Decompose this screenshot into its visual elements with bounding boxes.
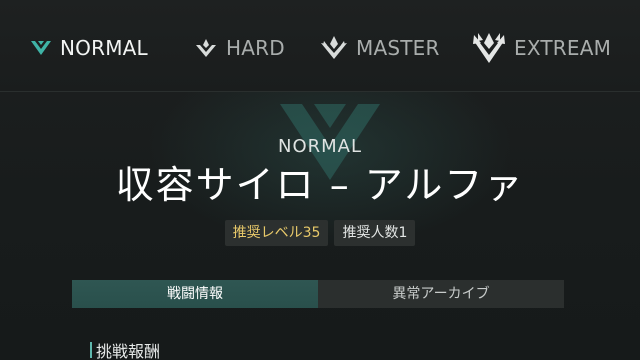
tab-hard-label: HARD [226,36,285,60]
stage-select-screen: NORMAL HARD MASTER EXTREAM NORMAL 収容サイロ … [0,0,640,360]
section-accent-bar [90,342,92,358]
info-tab-bar: 戦闘情報 異常アーカイブ [72,280,564,308]
tab-master-label: MASTER [356,36,440,60]
header-divider [0,91,640,92]
tab-extream-label: EXTREAM [514,36,612,60]
tab-hard[interactable]: HARD [194,26,285,70]
tab-normal-label: NORMAL [60,36,148,60]
extream-rank-icon [472,31,506,65]
difficulty-tab-bar: NORMAL HARD MASTER EXTREAM [0,0,640,92]
tab-normal[interactable]: NORMAL [30,26,148,70]
normal-rank-icon [30,38,52,58]
stage-title: 収容サイロ – アルファ [115,163,525,207]
challenge-reward-heading: 挑戦報酬 [90,338,160,360]
tab-anomaly-archive[interactable]: 異常アーカイブ [318,280,564,308]
recommendation-badges: 推奨レベル35 推奨人数1 [0,220,640,246]
master-rank-icon [320,35,348,61]
hard-rank-icon [194,37,218,59]
recommended-players-badge: 推奨人数1 [334,220,416,246]
tab-master[interactable]: MASTER [320,26,440,70]
challenge-reward-label: 挑戦報酬 [96,342,161,360]
recommended-level-badge: 推奨レベル35 [224,220,329,246]
tab-extream[interactable]: EXTREAM [472,26,611,70]
tab-battle-info[interactable]: 戦闘情報 [72,280,318,308]
